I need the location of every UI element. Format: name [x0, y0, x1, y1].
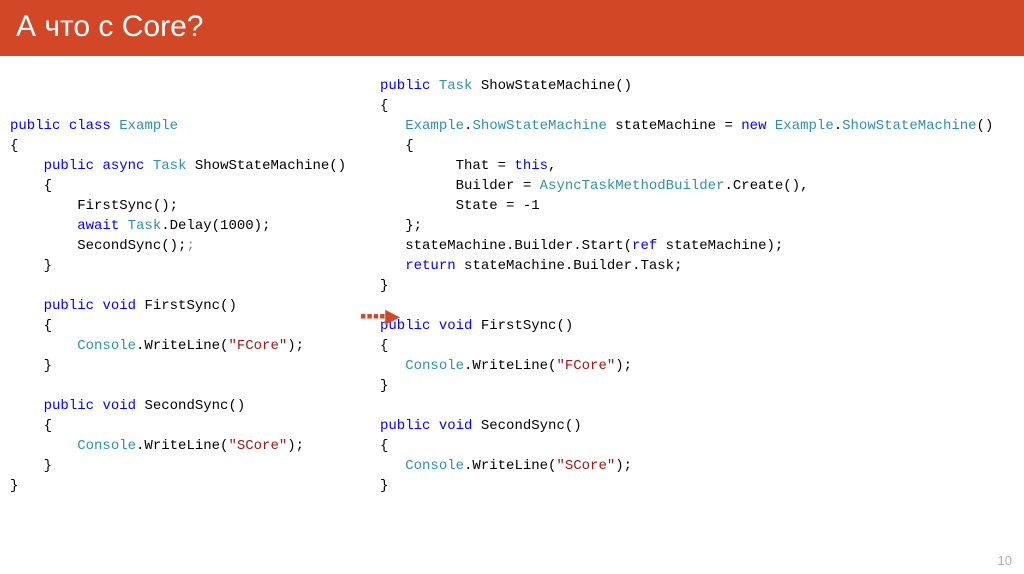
arrow-dots: ▪▪▪▪	[360, 306, 386, 326]
arrow-head: ▶	[386, 306, 398, 326]
slide-title: А что с Core?	[0, 0, 1024, 56]
slide-title-text: А что с Core?	[16, 10, 203, 43]
code-left: public class Example { public async Task…	[10, 76, 380, 574]
arrow-icon: ▪▪▪▪▶	[360, 306, 397, 327]
slide-body: public class Example { public async Task…	[0, 56, 1024, 574]
page-number: 10	[998, 553, 1012, 568]
code-right: public Task ShowStateMachine() { Example…	[380, 76, 1014, 574]
